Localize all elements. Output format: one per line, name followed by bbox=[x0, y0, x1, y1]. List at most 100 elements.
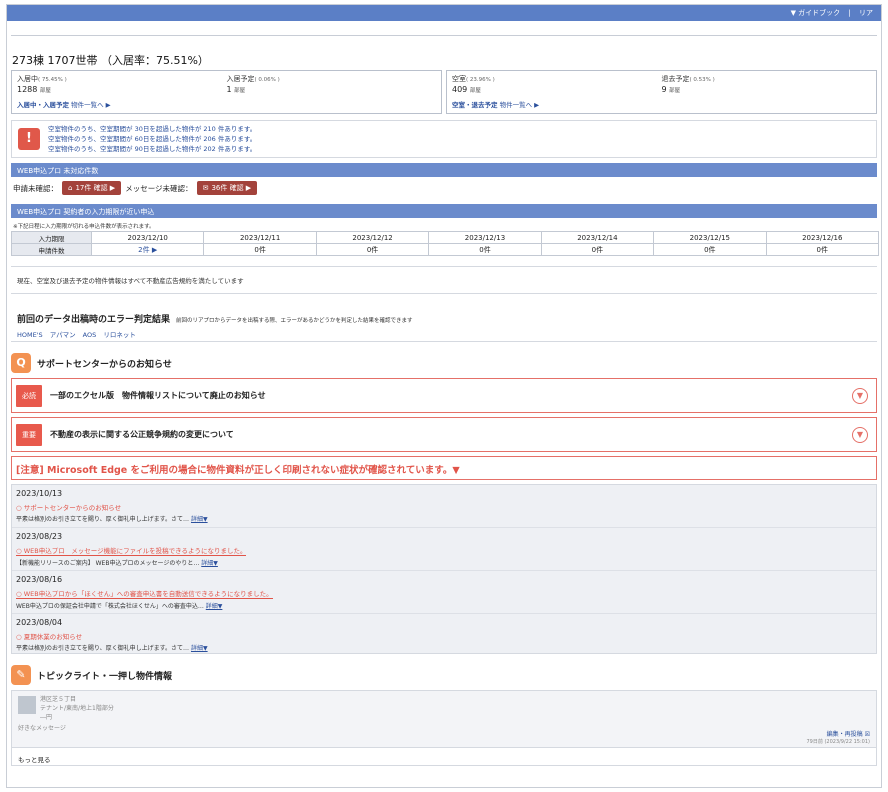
property-price: ―円 bbox=[40, 714, 53, 721]
guidebook-link[interactable]: ▼ ガイドブック bbox=[791, 9, 841, 17]
count-link[interactable]: 2件 ▶ bbox=[90, 243, 205, 256]
close-icon[interactable]: ☒ bbox=[865, 731, 870, 738]
deadline-table: 入力期限 2023/12/10 2023/12/11 2023/12/12 20… bbox=[11, 231, 880, 256]
news-headline[interactable]: ○ WEB申込プロ メッセージ機能にファイルを投稿できるようになりました。 bbox=[16, 545, 247, 556]
news-date: 2023/08/16 bbox=[16, 575, 63, 584]
vacant-value: 409 bbox=[452, 85, 468, 94]
message-confirm-label: 36件 確認 ▶ bbox=[211, 184, 252, 192]
alert-line-90[interactable]: 空室物件のうち、空室期間が 90日を超過した物件が 202 件あります。 bbox=[48, 144, 256, 154]
news-date: 2023/08/23 bbox=[16, 532, 63, 541]
notice-item[interactable]: 必読 一部のエクセル版 物件情報リストについて廃止のお知らせ ▼ bbox=[11, 378, 877, 413]
vacant-pct: ( 23.96% ) bbox=[466, 77, 495, 83]
occupied-pct: ( 75.45% ) bbox=[38, 77, 67, 83]
message-unconfirmed-label: メッセージ未確認： bbox=[125, 183, 193, 193]
message-confirm-button[interactable]: ✉ 36件 確認 ▶ bbox=[196, 181, 258, 195]
vacant-label: 空室 bbox=[452, 75, 466, 83]
link-text: 物件一覧へ ▶ bbox=[499, 100, 540, 109]
error-check-title: 前回のデータ出稿時のエラー判定結果 bbox=[17, 315, 171, 325]
summary-title: 273棟 1707世帯 （入居率：75.51%） bbox=[12, 54, 209, 67]
occupied-list-link[interactable]: 入居中・入居予定 物件一覧へ ▶ bbox=[17, 99, 436, 111]
list-item: 2023/08/16 ○ WEB申込プロから「ほくせん」への審査申込書を自動送信… bbox=[12, 571, 876, 614]
occupancy-row: 入居中( 75.45% ) 1288 部屋 入居予定( 0.06% ) 1 部屋… bbox=[7, 70, 881, 114]
news-headline[interactable]: ○ 夏期休業のお知らせ bbox=[16, 631, 872, 641]
alert-line-60[interactable]: 空室物件のうち、空室期間が 60日を超過した物件が 206 件あります。 bbox=[48, 134, 256, 144]
news-list: 2023/10/13 ○ サポートセンターからのお知らせ 平素は格別のお引き立て… bbox=[11, 484, 877, 654]
alert-icon: ! bbox=[18, 128, 40, 150]
unit: 部屋 bbox=[469, 88, 481, 94]
date-cell: 2023/12/11 bbox=[203, 231, 317, 244]
top-separator: | bbox=[848, 9, 851, 17]
news-summary: 平素は格別のお引き立てを賜り、厚く御礼申し上げます。さて… bbox=[16, 645, 190, 652]
top-bar: ▼ ガイドブック | リア bbox=[7, 5, 881, 21]
date-cell: 2023/12/12 bbox=[315, 231, 430, 244]
deadline-note: ※下記日程に入力期限が切れる申込件数が表示されます。 bbox=[13, 224, 155, 230]
date-cell: 2023/12/13 bbox=[428, 231, 542, 244]
count-cell: 0件 bbox=[765, 243, 880, 256]
detail-link[interactable]: 詳細▼ bbox=[191, 645, 208, 652]
edit-repost-link[interactable]: 編集・再投稿 bbox=[827, 731, 863, 738]
news-summary: WEB申込プロの保証会社申請で「株式会社ほくせん」への審査申込… bbox=[16, 603, 204, 610]
topic-message: 好きなメッセージ bbox=[18, 725, 66, 732]
error-check-box: 前回のデータ出稿時のエラー判定結果 前回のリアプロからデータを出稿する際、エラーが… bbox=[11, 302, 877, 342]
chevron-down-icon[interactable]: ▼ bbox=[852, 426, 868, 443]
portal-link-aos[interactable]: AOS bbox=[83, 331, 97, 339]
vacant-list-link[interactable]: 空室・退去予定 物件一覧へ ▶ bbox=[452, 99, 871, 111]
property-thumbnail[interactable] bbox=[18, 696, 36, 714]
topic-timestamp: 79日前 (2023/9/22 15:01) bbox=[806, 739, 871, 745]
topic-item: 港区芝５丁目 テナント/東南/地上1階部分 ―円 好きなメッセージ 編集・再投稿… bbox=[11, 690, 877, 748]
date-cell: 2023/12/15 bbox=[653, 231, 767, 244]
topics-header: ✎ トピックライト・一押し物件情報 bbox=[7, 654, 881, 686]
detail-link[interactable]: 詳細▼ bbox=[206, 603, 223, 610]
moveout-label: 退去予定 bbox=[661, 75, 690, 83]
unit: 部屋 bbox=[39, 88, 51, 94]
error-check-desc: 前回のリアプロからデータを出稿する際、エラーがあるかどうかを判定した結果を確認で… bbox=[176, 318, 413, 324]
list-item: 2023/10/13 ○ サポートセンターからのお知らせ 平素は格別のお引き立て… bbox=[12, 485, 876, 528]
unconfirmed-row: 申請未確認： ⌂ 17件 確認 ▶ メッセージ未確認： ✉ 36件 確認 ▶ bbox=[7, 177, 881, 199]
link-text: 物件一覧へ ▶ bbox=[71, 100, 111, 109]
moveout-value: 9 bbox=[661, 85, 667, 94]
edge-warning[interactable]: [注意] Microsoft Edge をご利用の場合に物件資料が正しく印刷され… bbox=[11, 456, 877, 480]
unit: 部屋 bbox=[234, 88, 246, 94]
news-date: 2023/10/13 bbox=[16, 489, 63, 498]
must-read-badge: 必読 bbox=[16, 384, 42, 407]
topics-title: トピックライト・一押し物件情報 bbox=[37, 671, 173, 682]
unit: 部屋 bbox=[669, 88, 681, 94]
notice-item[interactable]: 重要 不動産の表示に関する公正競争規約の変更について ▼ bbox=[11, 417, 877, 452]
scheduled-label: 入居予定 bbox=[226, 75, 255, 83]
chevron-down-icon[interactable]: ▼ bbox=[852, 387, 868, 404]
news-summary: 平素は格別のお引き立てを賜り、厚く御礼申し上げます。さて… bbox=[16, 516, 190, 523]
date-cell: 2023/12/14 bbox=[540, 231, 655, 244]
occupied-value: 1288 bbox=[17, 85, 38, 94]
apply-unconfirmed-label: 申請未確認： bbox=[13, 183, 58, 193]
count-cell: 0件 bbox=[428, 243, 542, 256]
support-icon: Q bbox=[11, 353, 31, 373]
portal-link-homes[interactable]: HOME'S bbox=[17, 331, 43, 339]
page-frame: ▼ ガイドブック | リア 273棟 1707世帯 （入居率：75.51%） 入… bbox=[6, 4, 882, 788]
detail-link[interactable]: 詳細▼ bbox=[201, 560, 218, 567]
deadline-bar: WEB申込プロ 契約者の入力期限が近い申込 bbox=[11, 204, 877, 218]
riapro-link[interactable]: リア bbox=[859, 9, 873, 17]
list-item: 2023/08/23 ○ WEB申込プロ メッセージ機能にファイルを投稿できるよ… bbox=[12, 528, 876, 571]
apply-confirm-button[interactable]: ⌂ 17件 確認 ▶ bbox=[62, 181, 122, 195]
detail-link[interactable]: 詳細▼ bbox=[191, 516, 208, 523]
link-bold: 入居中・入居予定 bbox=[17, 100, 69, 109]
home-icon: ⌂ bbox=[68, 184, 73, 192]
portal-link-apaman[interactable]: アパマン bbox=[50, 331, 76, 339]
vacant-box: 空室( 23.96% ) 409 部屋 退去予定( 0.53% ) 9 部屋 空… bbox=[446, 70, 877, 114]
news-headline[interactable]: ○ WEB申込プロから「ほくせん」への審査申込書を自動送信できるようになりました… bbox=[16, 588, 273, 599]
scheduled-pct: ( 0.06% ) bbox=[254, 77, 280, 83]
list-item: 2023/08/04 ○ 夏期休業のお知らせ 平素は格別のお引き立てを賜り、厚く… bbox=[12, 614, 876, 653]
see-more-link[interactable]: もっと見る bbox=[11, 748, 877, 766]
vacancy-alert: ! 空室物件のうち、空室期間が 30日を超過した物件が 210 件あります。 空… bbox=[11, 120, 877, 158]
property-address: 港区芝５丁目 bbox=[40, 696, 77, 703]
alert-line-30[interactable]: 空室物件のうち、空室期間が 30日を超過した物件が 210 件あります。 bbox=[48, 124, 256, 134]
occupied-label: 入居中 bbox=[17, 75, 38, 83]
date-cell: 2023/12/16 bbox=[765, 231, 880, 244]
count-cell: 0件 bbox=[540, 243, 655, 256]
link-bold: 空室・退去予定 bbox=[452, 100, 498, 109]
news-headline[interactable]: ○ サポートセンターからのお知らせ bbox=[16, 502, 872, 512]
portal-link-relonet[interactable]: リロネット bbox=[103, 331, 136, 339]
deadline-row-label: 入力期限 bbox=[11, 231, 92, 244]
web-unconfirmed-bar: WEB申込プロ 未対応件数 bbox=[11, 163, 877, 177]
support-header: Q サポートセンターからのお知らせ bbox=[7, 342, 881, 374]
